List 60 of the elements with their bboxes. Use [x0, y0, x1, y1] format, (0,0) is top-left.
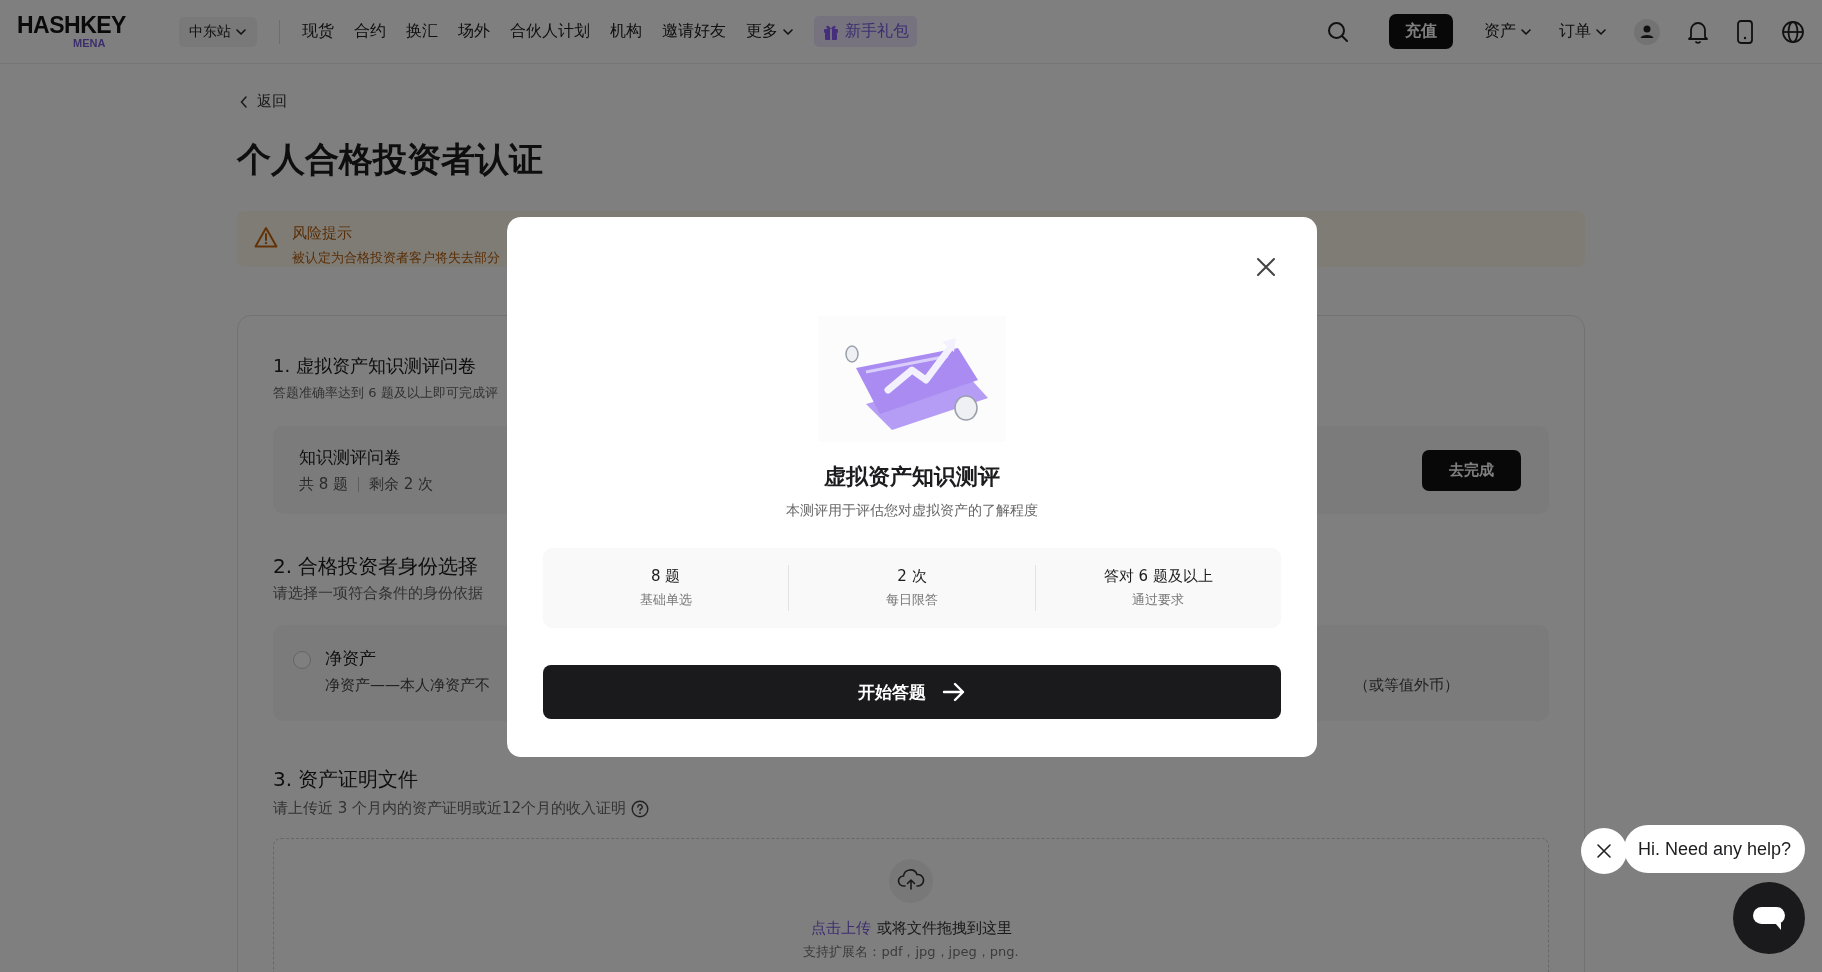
search-icon[interactable]: [1326, 19, 1350, 44]
logo-region-label: MENA: [73, 37, 106, 50]
nav-link[interactable]: 合伙人计划: [510, 21, 590, 42]
upload-link[interactable]: 点击上传: [810, 919, 871, 938]
section-heading: 2. 合格投资者身份选择: [273, 554, 479, 578]
deposit-button[interactable]: 充值: [1389, 14, 1453, 49]
attempts-remaining: 剩余 2 次: [369, 475, 434, 494]
page-title: 个人合格投资者认证: [237, 138, 544, 181]
bell-icon[interactable]: [1687, 19, 1709, 44]
risk-title: 风险提示: [292, 224, 353, 243]
quiz-name: 知识测评问卷: [299, 446, 402, 469]
back-link[interactable]: 返回: [240, 92, 1585, 111]
nav-link[interactable]: 场外: [458, 21, 490, 42]
globe-icon[interactable]: [1781, 19, 1805, 44]
nav-link[interactable]: 更多: [746, 21, 794, 42]
menu-dropdown[interactable]: 资产: [1484, 21, 1532, 42]
stat-value: 答对 6 题及以上: [1102, 567, 1214, 586]
section-heading: 3. 资产证明文件: [273, 767, 419, 791]
warning-icon: [254, 226, 278, 248]
section-hint: 请选择一项符合条件的身份依据: [273, 584, 483, 603]
stat-value: 8 题: [650, 567, 682, 586]
user-avatar-icon[interactable]: [1634, 18, 1660, 45]
start-quiz-button[interactable]: 开始答题: [543, 665, 1281, 719]
nav-link[interactable]: 机构: [610, 21, 642, 42]
nav-link[interactable]: 合约: [354, 21, 386, 42]
close-icon[interactable]: [1255, 256, 1277, 278]
help-icon[interactable]: [631, 799, 650, 818]
logo-wordmark[interactable]: HASHKEY: [17, 13, 126, 37]
phone-icon[interactable]: [1736, 19, 1754, 44]
upload-dropzone[interactable]: 点击上传 或将文件拖拽到这里 支持扩展名：pdf，jpg，jpeg，png.: [273, 838, 1549, 972]
chat-message-bubble[interactable]: Hi. Need any help?: [1623, 825, 1805, 873]
chat-icon[interactable]: [1733, 882, 1805, 954]
gift-pack-link[interactable]: 新手礼包: [814, 16, 917, 47]
stat-label: 每日限答: [885, 591, 939, 609]
nav-link[interactable]: 换汇: [406, 21, 438, 42]
complete-button[interactable]: 去完成: [1422, 449, 1521, 491]
question-count: 共 8 题: [299, 475, 349, 494]
option-description: 净资产——本人净资产不: [325, 676, 490, 695]
section-heading: 1. 虚拟资产知识测评问卷: [273, 354, 476, 378]
upload-cloud-icon: [889, 859, 933, 903]
nav-link[interactable]: 邀请好友: [662, 21, 726, 42]
section-hint: 请上传近 3 个月内的资产证明或近12个月的收入证明: [273, 799, 627, 818]
section-hint: 答题准确率达到 6 题及以上即可完成评: [273, 384, 498, 402]
stat-value: 2 次: [896, 567, 928, 586]
option-description: （或等值外币）: [1354, 676, 1459, 695]
menu-dropdown[interactable]: 订单: [1559, 21, 1607, 42]
site-selector[interactable]: 中东站: [179, 16, 257, 47]
dialog-subtitle: 本测评用于评估您对虚拟资产的了解程度: [786, 502, 1038, 520]
option-title: 净资产: [325, 647, 377, 670]
radio-button[interactable]: [293, 651, 311, 669]
arrow-right-icon: [942, 681, 966, 703]
stat-label: 通过要求: [1131, 591, 1186, 609]
close-icon[interactable]: [1581, 828, 1627, 874]
nav-link[interactable]: 现货: [302, 21, 334, 42]
risk-text: 被认定为合格投资者客户将失去部分: [292, 249, 500, 267]
chevron-left-icon: [240, 95, 248, 108]
dialog-title: 虚拟资产知识测评: [824, 463, 1000, 491]
supported-formats: 支持扩展名：pdf，jpg，jpeg，png.: [803, 943, 1019, 961]
stat-label: 基础单选: [638, 591, 693, 609]
upload-instruction: 或将文件拖拽到这里: [876, 919, 1012, 938]
